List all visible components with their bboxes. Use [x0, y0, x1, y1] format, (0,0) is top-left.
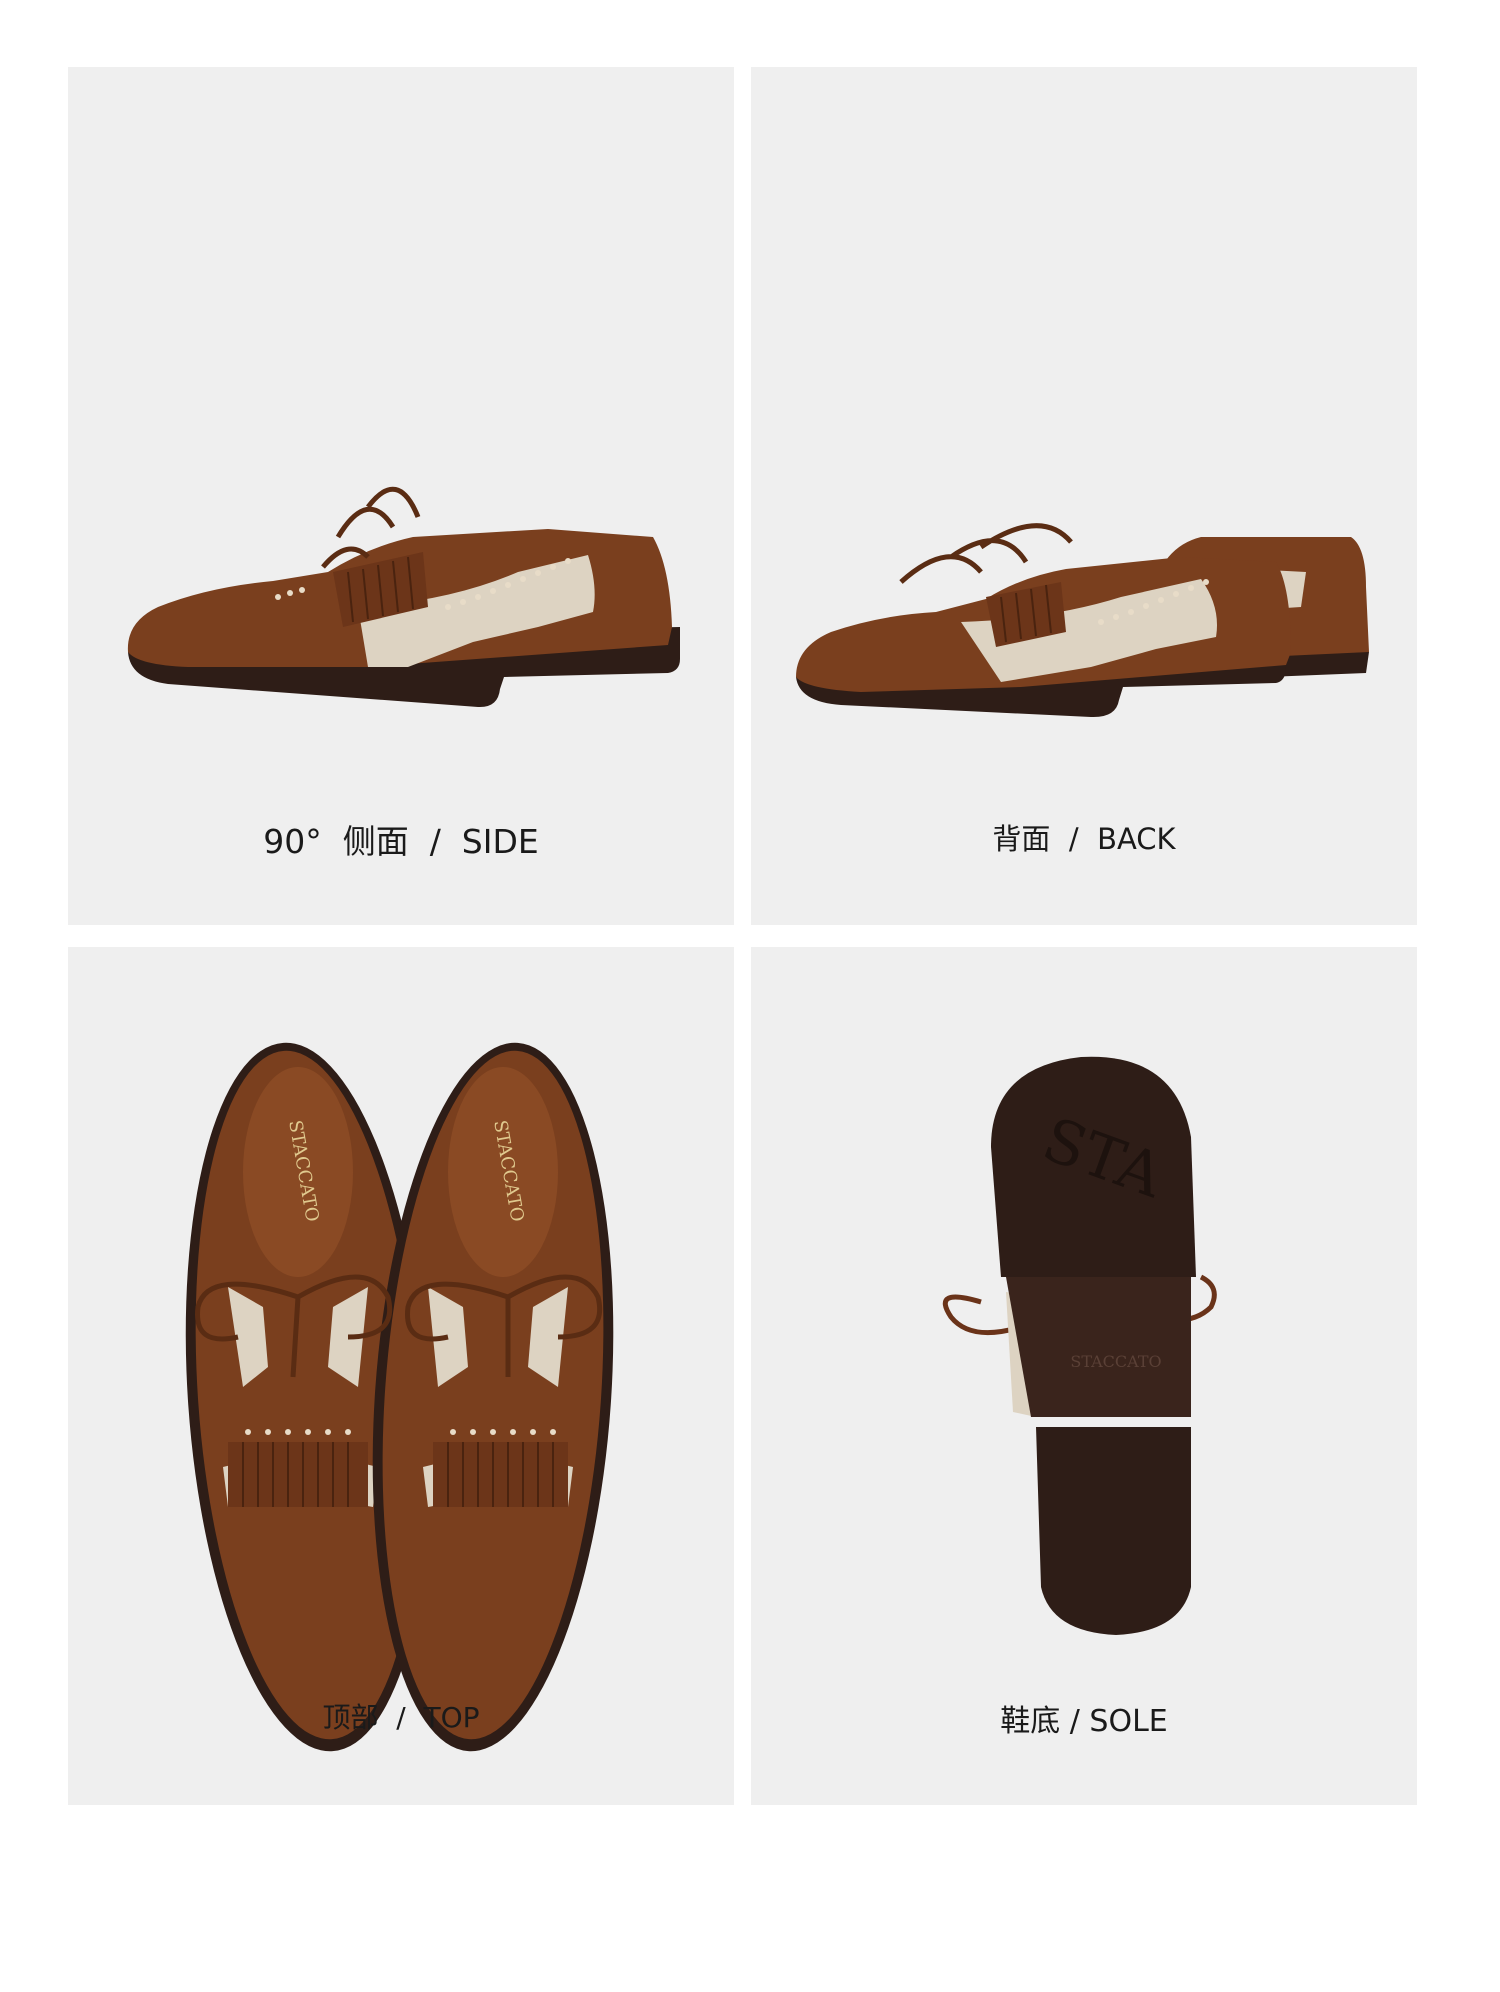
side-view-shoe-image — [127, 486, 680, 708]
sole-view-panel: STA STACCATO 鞋底 / SOLE — [751, 947, 1417, 1805]
top-view-caption: 顶部 / TOP — [322, 1701, 480, 1734]
side-view-panel: 90° 侧面 / SIDE — [68, 67, 734, 925]
top-view-shoe-image: STACCATO STACCATO — [185, 1042, 614, 1752]
back-view-caption: 背面 / BACK — [992, 822, 1176, 856]
top-view-panel: STACCATO STACCATO 顶部 / TOP — [68, 947, 734, 1805]
sole-heel-brand: STACCATO — [1070, 1352, 1161, 1371]
side-view-caption: 90° 侧面 / SIDE — [263, 822, 539, 861]
sole-view-shoe-image: STA STACCATO — [942, 1056, 1217, 1635]
back-view-shoe-image — [796, 523, 1369, 718]
sole-view-caption: 鞋底 / SOLE — [1000, 1704, 1168, 1739]
back-view-panel: 背面 / BACK — [751, 67, 1417, 925]
